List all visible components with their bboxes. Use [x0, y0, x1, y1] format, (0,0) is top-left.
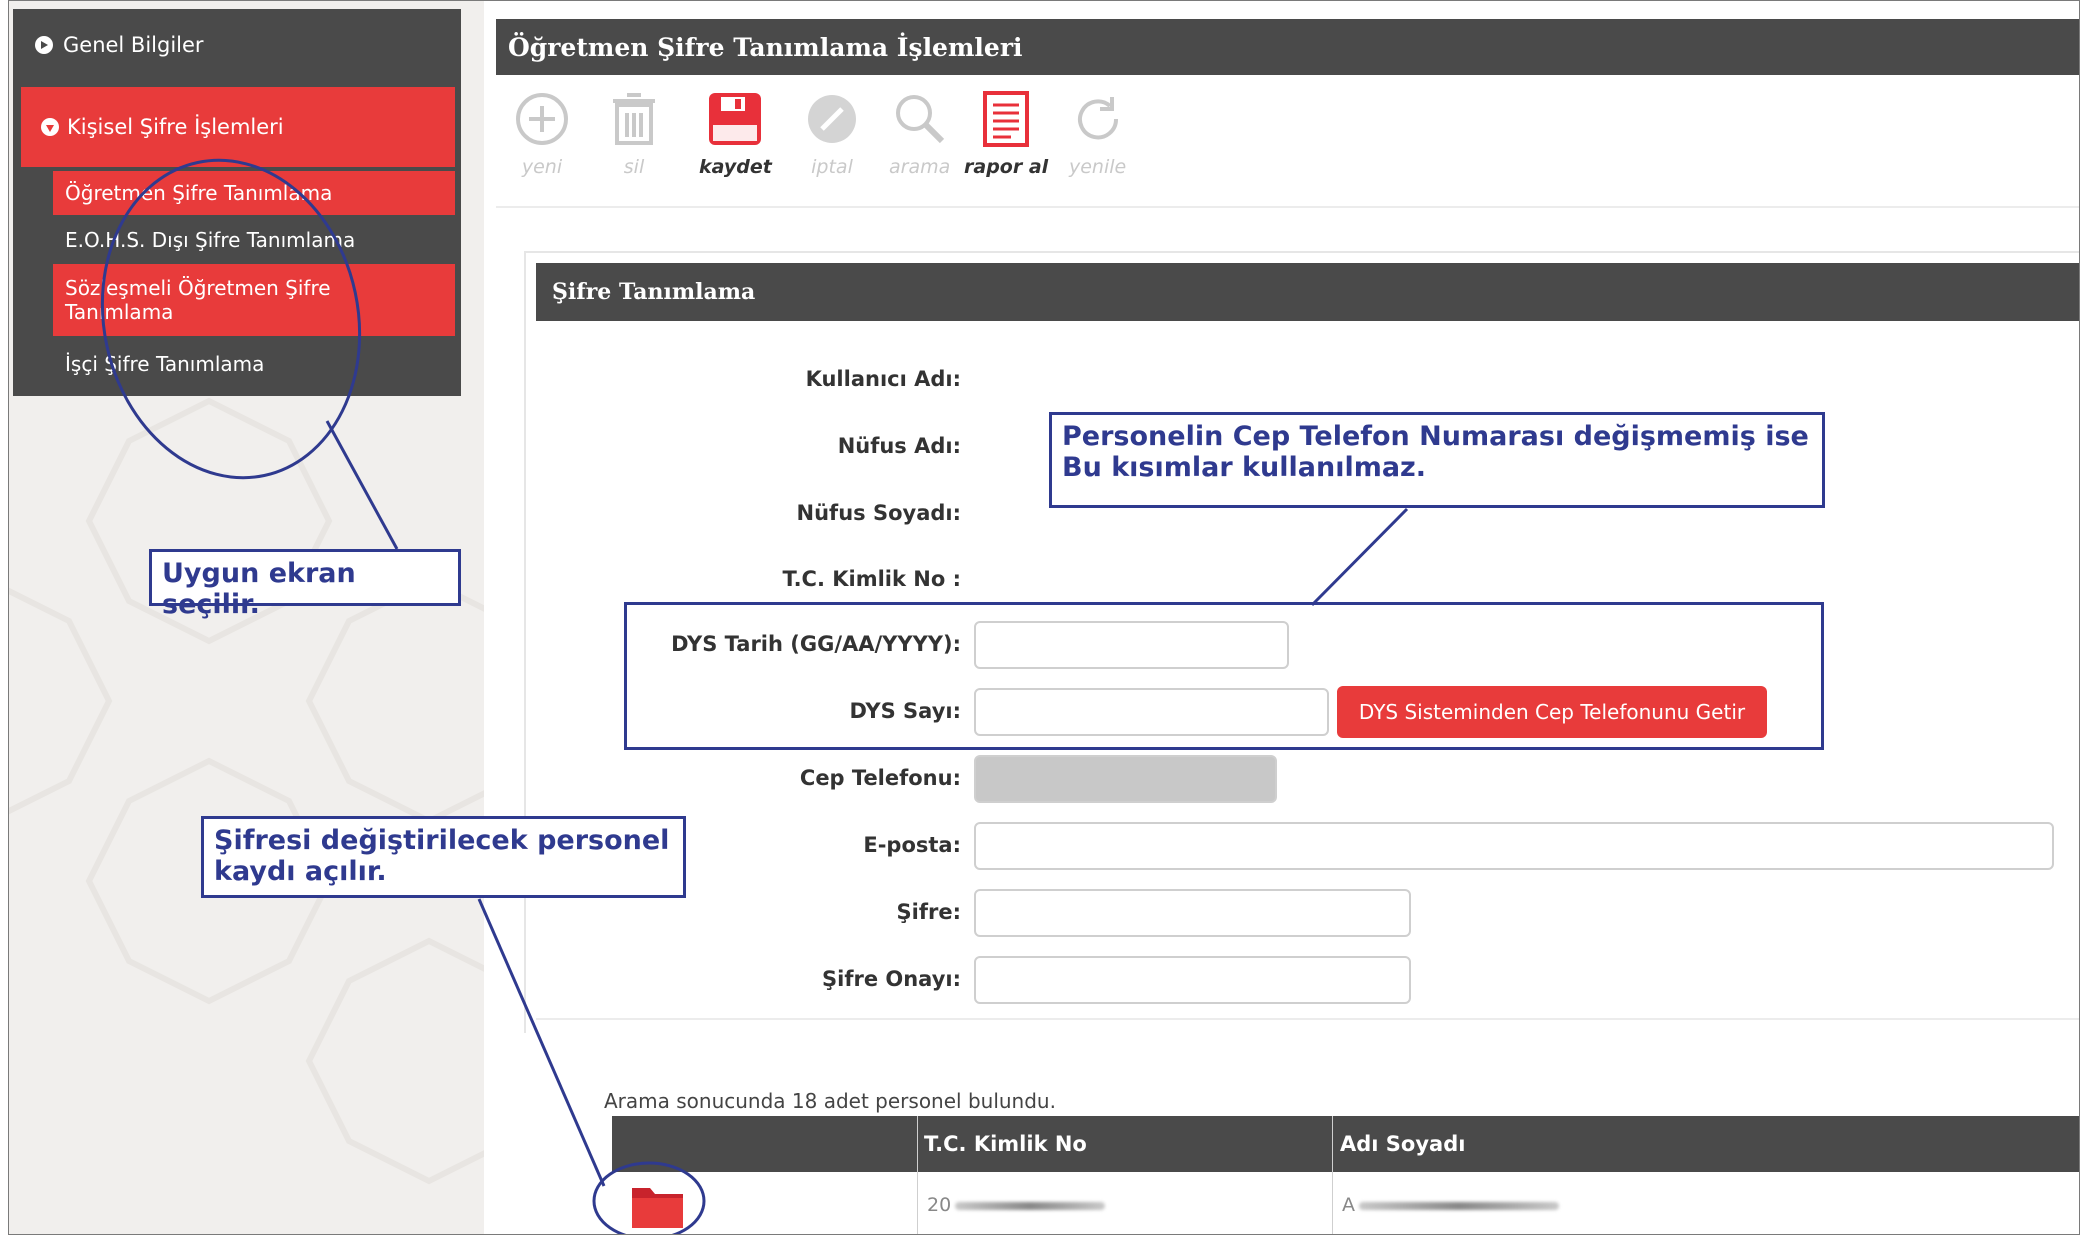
kaydet-button[interactable]: kaydet	[699, 91, 772, 178]
column-divider	[1332, 1116, 1333, 1234]
sifre-onayi-label: Şifre Onayı:	[822, 967, 961, 991]
results-table: T.C. Kimlik No Adı Soyadı 20 A	[612, 1116, 2079, 1234]
eposta-input[interactable]	[974, 822, 2054, 870]
table-row: 20 A	[612, 1172, 2079, 1234]
column-divider	[917, 1116, 918, 1234]
results-count-text: Arama sonucunda 18 adet personel bulundu…	[604, 1089, 1056, 1113]
sidebar-menu-head[interactable]: Kişisel Şifre İşlemleri	[21, 87, 455, 167]
toolbar-label: kaydet	[699, 156, 772, 178]
screenshot-frame: Genel Bilgiler Kişisel Şifre İşlemleri Ö…	[8, 0, 2080, 1235]
eposta-label: E-posta:	[863, 833, 961, 857]
toolbar-label: yenile	[1069, 156, 1127, 178]
trash-icon	[613, 93, 655, 145]
divider	[536, 1018, 2079, 1020]
sidebar-item-ogretmen-sifre[interactable]: Öğretmen Şifre Tanımlama	[53, 171, 455, 215]
yenile-button[interactable]: yenile	[1069, 91, 1126, 178]
toolbar-label: yeni	[521, 156, 563, 178]
column-header-ad-soyad: Adı Soyadı	[1340, 1132, 1466, 1156]
yeni-button[interactable]: yeni	[514, 91, 570, 178]
table-header: T.C. Kimlik No Adı Soyadı	[612, 1116, 2079, 1172]
iptal-button[interactable]: iptal	[804, 91, 860, 178]
refresh-icon	[1077, 97, 1118, 140]
callout-dys: Personelin Cep Telefon Numarası değişmem…	[1049, 412, 1825, 508]
cep-telefonu-label: Cep Telefonu:	[799, 766, 961, 790]
column-header-tc: T.C. Kimlik No	[924, 1132, 1087, 1156]
sidebar-menu: Kişisel Şifre İşlemleri Öğretmen Şifre T…	[13, 81, 461, 396]
callout-screen: Uygun ekran seçilir.	[149, 549, 461, 620]
divider	[496, 206, 2079, 208]
report-icon	[983, 91, 1030, 147]
toolbar-label: sil	[623, 156, 645, 178]
sidebar-item-isci[interactable]: İşçi Şifre Tanımlama	[53, 341, 455, 387]
menu-head-label: Kişisel Şifre İşlemleri	[67, 115, 284, 139]
dys-fields-highlight-box	[624, 602, 1824, 750]
toolbar: yeni sil kaydet iptal arama rapor al yen…	[514, 91, 1214, 191]
arama-button[interactable]: arama	[889, 91, 950, 178]
row-ad-soyad-value: A	[1342, 1194, 1559, 1216]
nufus-adi-label: Nüfus Adı:	[837, 434, 961, 458]
sidebar-item-label: İşçi Şifre Tanımlama	[65, 352, 265, 376]
sidebar-item-label: E.O.H.S. Dışı Şifre Tanımlama	[65, 228, 356, 252]
tc-kimlik-label: T.C. Kimlik No :	[782, 567, 961, 591]
sidebar-top-label: Genel Bilgiler	[63, 33, 204, 57]
toolbar-label: arama	[889, 156, 951, 178]
toolbar-label: iptal	[811, 156, 853, 178]
panel-title: Şifre Tanımlama	[536, 263, 2079, 321]
sidebar-item-label: Öğretmen Şifre Tanımlama	[65, 181, 333, 205]
page-title: Öğretmen Şifre Tanımlama İşlemleri	[496, 19, 2079, 75]
toolbar-label: rapor al	[964, 156, 1049, 178]
rapor-button[interactable]: rapor al	[964, 91, 1048, 178]
search-icon	[895, 95, 944, 144]
collapse-circle-icon	[41, 118, 59, 136]
add-circle-icon	[516, 93, 568, 145]
callout-record: Şifresi değiştirilecek personel kaydı aç…	[201, 816, 686, 898]
sidebar-item-eohs-disi[interactable]: E.O.H.S. Dışı Şifre Tanımlama	[53, 219, 455, 261]
kullanici-adi-label: Kullanıcı Adı:	[805, 367, 961, 391]
sil-button[interactable]: sil	[609, 91, 659, 178]
sidebar-item-sozlesmeli[interactable]: Sözleşmeli Öğretmen Şifre Tanımlama	[53, 264, 455, 336]
folder-icon[interactable]	[630, 1180, 686, 1230]
sidebar-background-pattern	[9, 397, 484, 1185]
sidebar-genel-bilgiler[interactable]: Genel Bilgiler	[13, 9, 461, 81]
row-tc-value: 20	[927, 1194, 1106, 1216]
sifre-label: Şifre:	[896, 900, 961, 924]
expand-circle-icon	[35, 36, 53, 54]
save-icon	[709, 93, 762, 145]
sifre-input[interactable]	[974, 889, 1411, 937]
nufus-soyadi-label: Nüfus Soyadı:	[796, 501, 961, 525]
cep-telefonu-field	[974, 755, 1277, 803]
sifre-onayi-input[interactable]	[974, 956, 1411, 1004]
cancel-icon	[808, 95, 856, 143]
sidebar-item-label: Sözleşmeli Öğretmen Şifre Tanımlama	[65, 276, 331, 324]
